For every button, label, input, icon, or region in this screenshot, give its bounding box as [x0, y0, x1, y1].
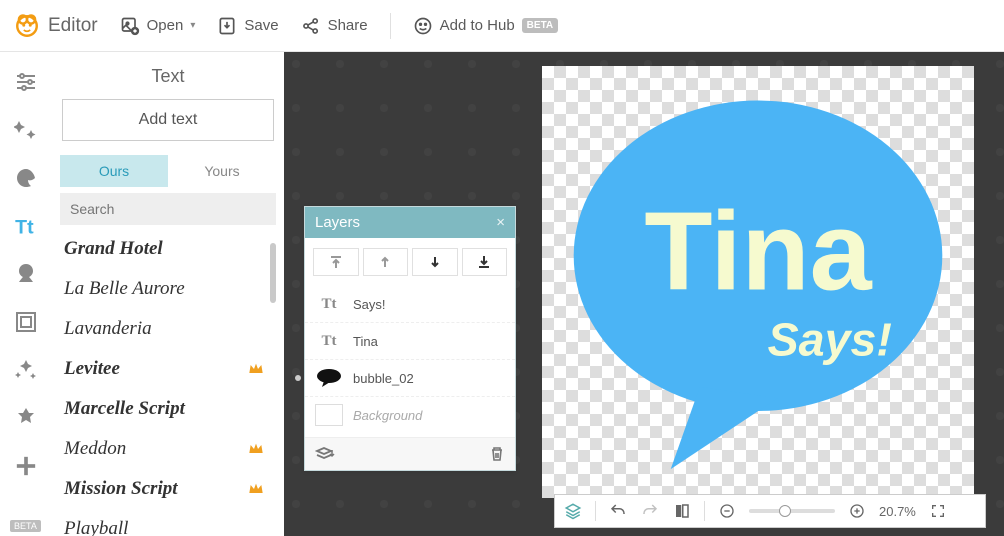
layer-label: Tina — [353, 334, 378, 349]
redo-button[interactable] — [640, 501, 660, 521]
canvas-text-main: Tina — [644, 189, 872, 314]
font-name-label: Grand Hotel — [64, 238, 163, 260]
open-button[interactable]: Open ▾ — [120, 16, 196, 36]
font-name-label: La Belle Aurore — [64, 278, 185, 300]
font-name-label: Playball — [64, 518, 128, 536]
layer-label: Says! — [353, 297, 386, 312]
font-name-label: Mission Script — [64, 478, 178, 500]
share-button[interactable]: Share — [301, 16, 368, 36]
rail-adjust-icon[interactable] — [12, 68, 40, 96]
trash-icon[interactable] — [489, 446, 505, 462]
layers-panel[interactable]: Layers × Tt Says! Tt Tina bubble_02 Backgroun… — [304, 206, 516, 471]
layer-down-button[interactable] — [412, 248, 458, 276]
font-row[interactable]: Lavanderia — [60, 309, 268, 349]
flatten-layers-icon[interactable] — [315, 446, 335, 462]
rail-frames-icon[interactable] — [12, 308, 40, 336]
layers-toggle-icon[interactable] — [563, 501, 583, 521]
svg-text:Tt: Tt — [15, 217, 34, 239]
layer-up-button[interactable] — [363, 248, 409, 276]
canvas-text-sub: Says! — [768, 314, 892, 366]
divider — [390, 13, 391, 39]
undo-button[interactable] — [608, 501, 628, 521]
layer-to-top-button[interactable] — [313, 248, 359, 276]
font-row[interactable]: Levitee — [60, 349, 268, 389]
layer-label: bubble_02 — [353, 371, 414, 386]
zoom-value: 20.7% — [879, 504, 916, 519]
rail-text-icon[interactable]: Tt — [12, 212, 40, 240]
rail-textures-icon[interactable] — [12, 356, 40, 384]
speech-bubble-graphic[interactable]: Tina Says! — [564, 86, 952, 474]
close-icon[interactable]: × — [496, 214, 505, 231]
tab-yours[interactable]: Yours — [168, 155, 276, 187]
compare-button[interactable] — [672, 501, 692, 521]
canvas-controls: 20.7% — [554, 494, 986, 528]
font-search-input[interactable] — [60, 193, 276, 225]
layer-to-bottom-button[interactable] — [462, 248, 508, 276]
crown-icon — [248, 442, 264, 456]
layer-thumb: Tt — [315, 330, 343, 352]
rail-graphics-icon[interactable] — [12, 260, 40, 288]
panel-title: Text — [60, 66, 276, 87]
layers-title: Layers — [315, 214, 360, 231]
beta-badge: BETA — [522, 18, 558, 33]
rail-touchup-icon[interactable] — [12, 164, 40, 192]
download-icon — [217, 16, 237, 36]
image-plus-icon — [120, 16, 140, 36]
add-to-hub-button[interactable]: Add to Hub BETA — [413, 16, 559, 36]
font-row[interactable]: Mission Script — [60, 469, 268, 509]
save-button[interactable]: Save — [217, 16, 278, 36]
artboard[interactable]: Tina Says! — [542, 66, 974, 498]
rail-themes-icon[interactable] — [12, 404, 40, 432]
rail-beta-badge: BETA — [10, 520, 41, 532]
layer-row[interactable]: Tt Says! — [305, 286, 515, 322]
zoom-slider[interactable] — [749, 509, 835, 513]
font-name-label: Marcelle Script — [64, 398, 185, 420]
layer-thumb — [315, 404, 343, 426]
rail-effects-icon[interactable] — [12, 116, 40, 144]
font-row[interactable]: Marcelle Script — [60, 389, 268, 429]
share-icon — [301, 16, 321, 36]
font-row[interactable]: Playball — [60, 509, 268, 536]
font-row[interactable]: La Belle Aurore — [60, 269, 268, 309]
layer-row[interactable]: Background — [305, 396, 515, 433]
crown-icon — [248, 482, 264, 496]
layer-row[interactable]: bubble_02 — [305, 359, 515, 396]
app-logo: Editor — [14, 13, 98, 39]
font-name-label: Meddon — [64, 438, 126, 460]
tab-ours[interactable]: Ours — [60, 155, 168, 187]
crown-icon — [248, 362, 264, 376]
zoom-out-button[interactable] — [717, 501, 737, 521]
layer-label: Background — [353, 408, 422, 423]
layer-thumb: Tt — [315, 293, 343, 315]
rail-more-icon[interactable] — [12, 452, 40, 480]
font-scrollbar[interactable] — [268, 229, 276, 536]
layer-thumb — [315, 367, 343, 389]
zoom-in-button[interactable] — [847, 501, 867, 521]
add-text-button[interactable]: Add text — [62, 99, 274, 141]
fit-screen-button[interactable] — [928, 501, 948, 521]
font-row[interactable]: Grand Hotel — [60, 229, 268, 269]
monkey-icon — [14, 13, 40, 39]
layer-indicator-dot — [295, 375, 301, 381]
font-name-label: Lavanderia — [64, 318, 152, 340]
font-name-label: Levitee — [64, 358, 120, 380]
chevron-down-icon: ▾ — [190, 20, 195, 31]
app-name: Editor — [48, 15, 98, 37]
font-row[interactable]: Meddon — [60, 429, 268, 469]
layer-row[interactable]: Tt Tina — [305, 322, 515, 359]
hub-icon — [413, 16, 433, 36]
